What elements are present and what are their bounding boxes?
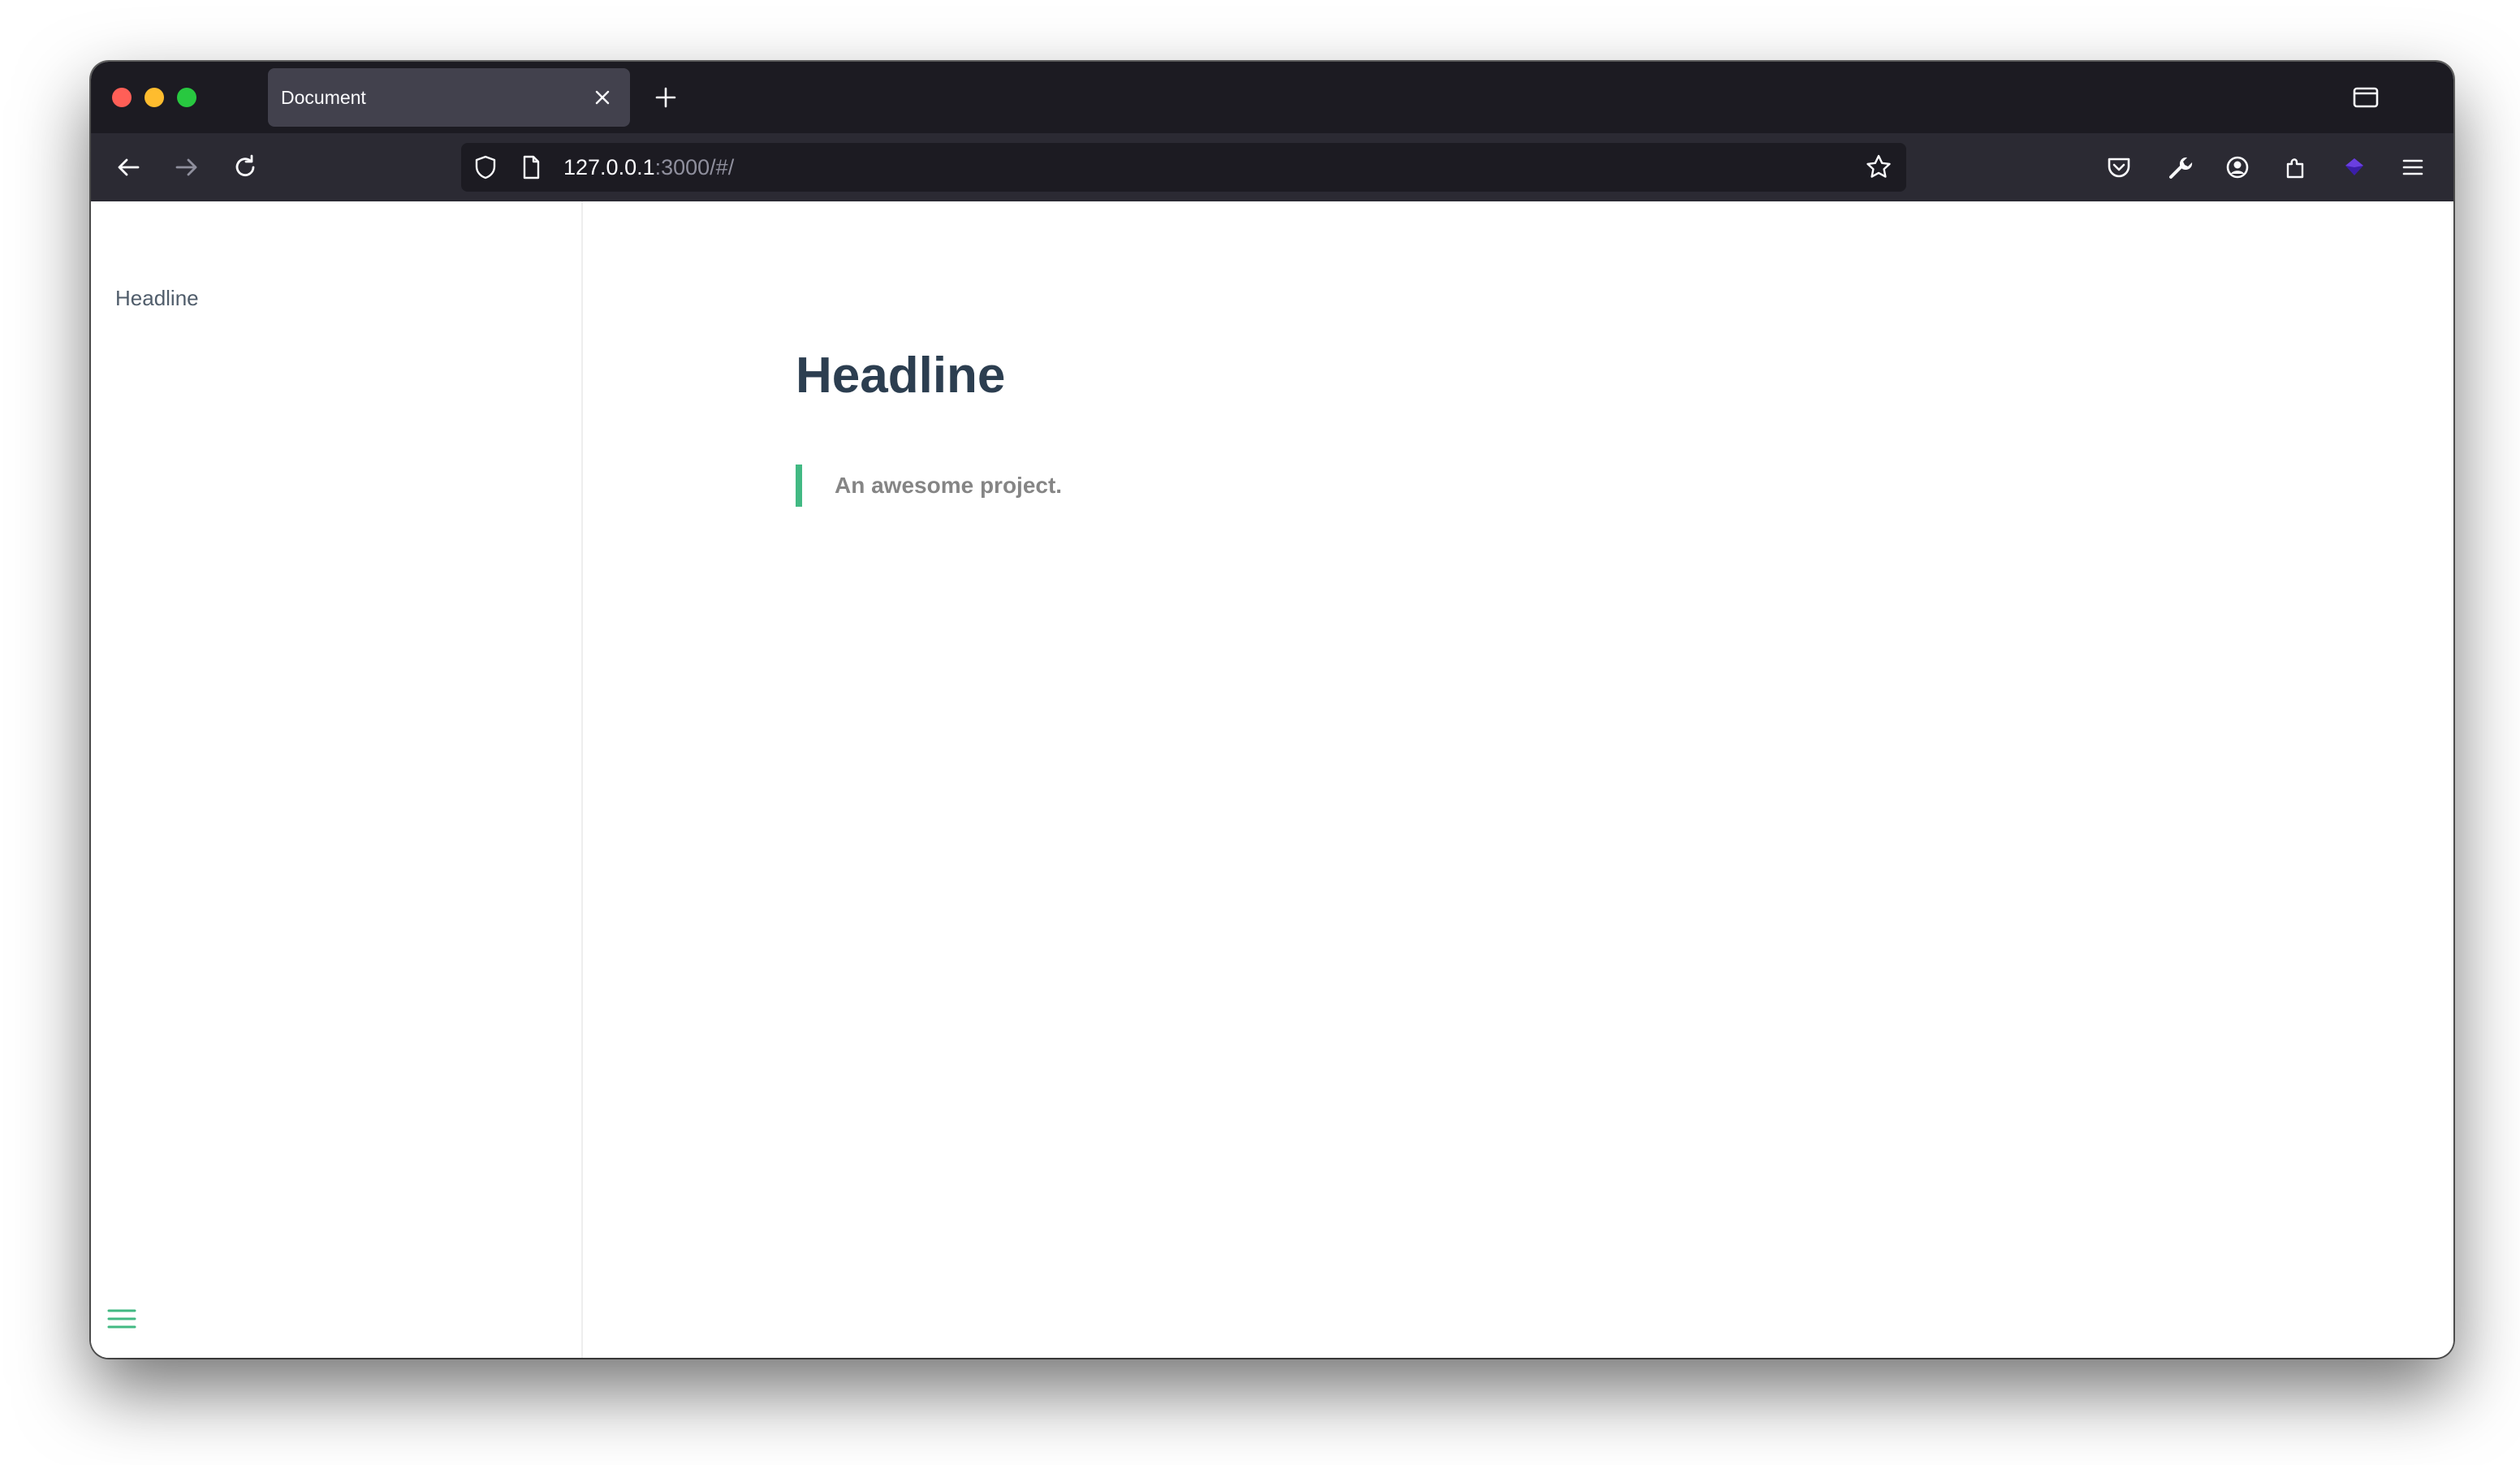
tab-title: Document — [281, 87, 366, 108]
close-icon[interactable] — [586, 81, 619, 114]
navigation-toolbar: 127.0.0.1:3000/#/ — [91, 133, 2453, 201]
star-icon[interactable] — [1862, 151, 1895, 184]
back-arrow-icon[interactable] — [110, 149, 146, 185]
page-title: Headline — [796, 348, 1006, 404]
wrench-icon[interactable] — [2161, 149, 2197, 185]
page-content: Headline Headline An awesome project. — [91, 201, 2453, 1358]
forward-arrow-icon[interactable] — [169, 149, 205, 185]
extension-gem-icon[interactable] — [2337, 149, 2372, 185]
url-bar[interactable]: 127.0.0.1:3000/#/ — [461, 143, 1906, 192]
url-text[interactable]: 127.0.0.1:3000/#/ — [563, 143, 734, 192]
screen: Document 127.0.0.1:3000/#/ Headline Head… — [0, 0, 2520, 1465]
tab-list-icon[interactable] — [2348, 80, 2384, 115]
minimize-window-button[interactable] — [145, 88, 164, 107]
tab-strip: Document — [91, 62, 2453, 133]
maximize-window-button[interactable] — [177, 88, 196, 107]
account-icon[interactable] — [2220, 149, 2255, 185]
pocket-icon[interactable] — [2101, 149, 2137, 185]
tab-document[interactable]: Document — [268, 68, 630, 127]
tagline-text: An awesome project. — [835, 473, 1063, 498]
sidebar-toggle-icon[interactable] — [106, 1303, 138, 1335]
page-icon[interactable] — [516, 153, 546, 182]
main-content: Headline An awesome project. — [583, 201, 2453, 1358]
plus-icon[interactable] — [649, 81, 682, 114]
close-window-button[interactable] — [112, 88, 132, 107]
shield-icon[interactable] — [471, 153, 500, 182]
browser-window: Document 127.0.0.1:3000/#/ Headline Head… — [91, 62, 2453, 1358]
hamburger-menu-icon[interactable] — [2395, 149, 2431, 185]
url-path: :3000/#/ — [654, 155, 735, 179]
extensions-icon[interactable] — [2278, 149, 2314, 185]
sidebar-item-headline[interactable]: Headline — [115, 286, 199, 311]
reload-icon[interactable] — [227, 149, 263, 185]
tagline-blockquote: An awesome project. — [796, 465, 1062, 507]
sidebar: Headline — [91, 201, 583, 1358]
url-host: 127.0.0.1 — [563, 155, 655, 179]
